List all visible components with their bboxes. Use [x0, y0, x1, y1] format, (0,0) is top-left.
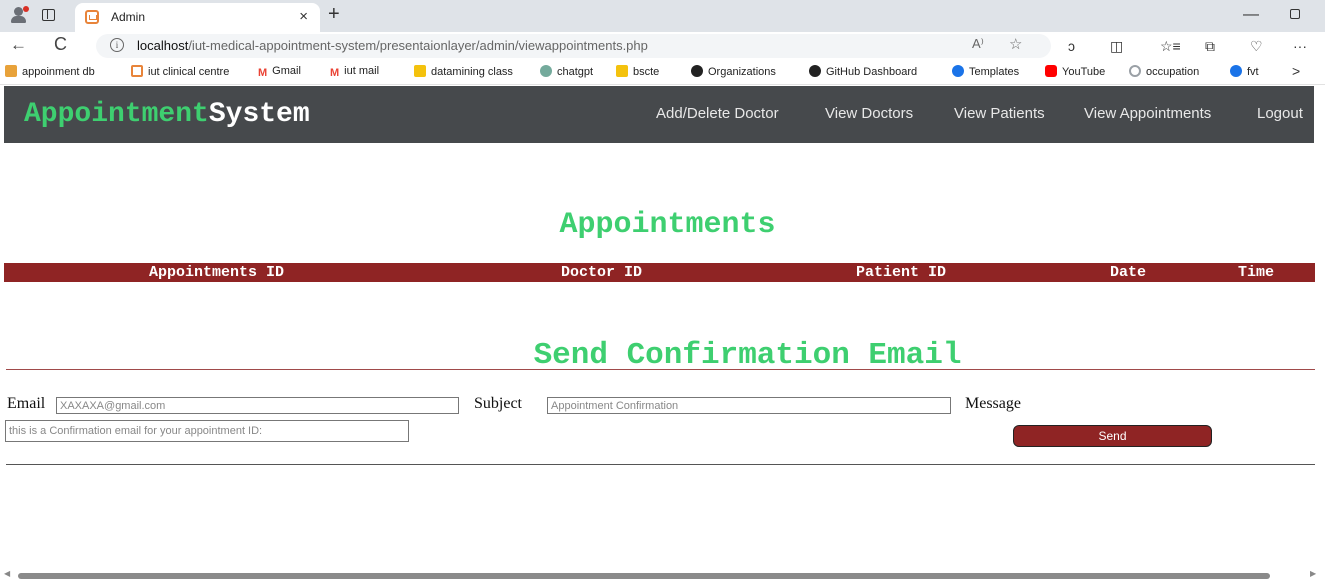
- browser-tab-strip: Admin × + —: [0, 0, 1325, 32]
- site-info-icon[interactable]: i: [110, 38, 124, 52]
- github-icon: [809, 65, 821, 77]
- nav-view-doctors[interactable]: View Doctors: [825, 105, 913, 122]
- more-icon[interactable]: ···: [1293, 38, 1307, 54]
- email-section-title: Send Confirmation Email: [533, 338, 962, 373]
- column-appointments-id: Appointments ID: [149, 264, 285, 281]
- subject-field[interactable]: [547, 397, 951, 414]
- new-tab-button[interactable]: +: [328, 3, 340, 26]
- github-icon: [691, 65, 703, 77]
- column-time: Time: [1238, 264, 1275, 281]
- bookmark-bscte[interactable]: bscte: [616, 65, 659, 78]
- bookmark-github-dashboard[interactable]: GitHub Dashboard: [809, 65, 917, 78]
- edge-icon: [1230, 65, 1242, 77]
- message-field[interactable]: [5, 420, 409, 442]
- collections-icon[interactable]: ⧉: [1205, 38, 1215, 55]
- tab-favicon-icon: [85, 10, 99, 24]
- scroll-left-icon[interactable]: ◀: [4, 569, 10, 578]
- gmail-icon: M: [330, 67, 340, 79]
- appointments-table-header: Appointments ID Doctor ID Patient ID Dat…: [4, 263, 1315, 282]
- minimize-button[interactable]: —: [1243, 6, 1259, 24]
- bookmark-occupation[interactable]: occupation: [1129, 65, 1199, 78]
- bookmark-favicon-icon: [5, 65, 17, 77]
- bookmarks-overflow-icon[interactable]: >: [1292, 63, 1300, 79]
- bookmark-appoinment-db[interactable]: appoinment db: [5, 65, 95, 78]
- nav-view-patients[interactable]: View Patients: [954, 105, 1045, 122]
- reload-button[interactable]: C: [54, 34, 67, 55]
- split-screen-icon[interactable]: ◫: [1110, 38, 1123, 55]
- divider: [6, 369, 1315, 370]
- gmail-icon: M: [258, 67, 268, 79]
- nav-add-delete-doctor[interactable]: Add/Delete Doctor: [656, 105, 779, 122]
- templates-icon: [952, 65, 964, 77]
- chatgpt-icon: [540, 65, 552, 77]
- globe-icon: [1129, 65, 1141, 77]
- bookmark-youtube[interactable]: YouTube: [1045, 65, 1105, 78]
- bookmark-favicon-icon: [131, 65, 143, 77]
- bookmark-templates[interactable]: Templates: [952, 65, 1019, 78]
- email-field[interactable]: [56, 397, 459, 414]
- scrollbar-thumb[interactable]: [18, 573, 1270, 579]
- bookmarks-bar: appoinment db iut clinical centre M Gmail…: [0, 60, 1325, 85]
- browser-toolbar: ← C i localhost/iut-medical-appointment-…: [0, 32, 1325, 60]
- tab-close-icon[interactable]: ×: [299, 8, 308, 25]
- classroom-icon: [414, 65, 426, 77]
- tab-actions-icon[interactable]: [42, 9, 55, 21]
- bookmark-datamining-class[interactable]: datamining class: [414, 65, 513, 78]
- nav-view-appointments[interactable]: View Appointments: [1084, 105, 1211, 122]
- site-navbar: AppointmentSystem Add/Delete Doctor View…: [4, 86, 1314, 143]
- favorite-star-icon[interactable]: ☆: [1009, 35, 1022, 53]
- bookmark-iut-mail[interactable]: Miut mail: [330, 65, 379, 79]
- performance-icon[interactable]: ♡: [1250, 38, 1263, 55]
- browser-tab[interactable]: Admin ×: [75, 3, 320, 32]
- bookmark-organizations[interactable]: Organizations: [691, 65, 776, 78]
- divider: [6, 464, 1315, 465]
- back-button[interactable]: ←: [10, 35, 27, 55]
- subject-label: Subject: [474, 395, 522, 412]
- nav-logout[interactable]: Logout: [1257, 105, 1303, 122]
- classroom-icon: [616, 65, 628, 77]
- url-text[interactable]: localhost/iut-medical-appointment-system…: [137, 38, 648, 53]
- tab-title: Admin: [111, 10, 146, 24]
- column-doctor-id: Doctor ID: [561, 264, 643, 281]
- restore-button[interactable]: [1290, 9, 1300, 19]
- extensions-icon[interactable]: ↄ: [1068, 38, 1075, 54]
- youtube-icon: [1045, 65, 1057, 77]
- column-date: Date: [1110, 264, 1147, 281]
- email-label: Email: [7, 395, 46, 412]
- message-label: Message: [965, 395, 1021, 412]
- favorites-icon[interactable]: ☆≡: [1160, 38, 1181, 55]
- profile-icon[interactable]: [10, 6, 29, 24]
- bookmark-gmail[interactable]: M Gmail: [258, 65, 301, 79]
- send-button[interactable]: Send: [1013, 425, 1212, 447]
- scroll-right-icon[interactable]: ▶: [1310, 569, 1316, 578]
- read-aloud-icon[interactable]: A⁾: [972, 36, 984, 52]
- bookmark-fvt[interactable]: fvt: [1230, 65, 1259, 78]
- bookmark-chatgpt[interactable]: chatgpt: [540, 65, 593, 78]
- column-patient-id: Patient ID: [856, 264, 947, 281]
- address-bar[interactable]: i localhost/iut-medical-appointment-syst…: [96, 34, 1051, 58]
- horizontal-scrollbar[interactable]: ◀ ▶: [0, 569, 1325, 581]
- site-brand[interactable]: AppointmentSystem: [24, 99, 310, 130]
- bookmark-iut-clinical-centre[interactable]: iut clinical centre: [131, 65, 229, 78]
- appointments-title: Appointments: [559, 208, 776, 242]
